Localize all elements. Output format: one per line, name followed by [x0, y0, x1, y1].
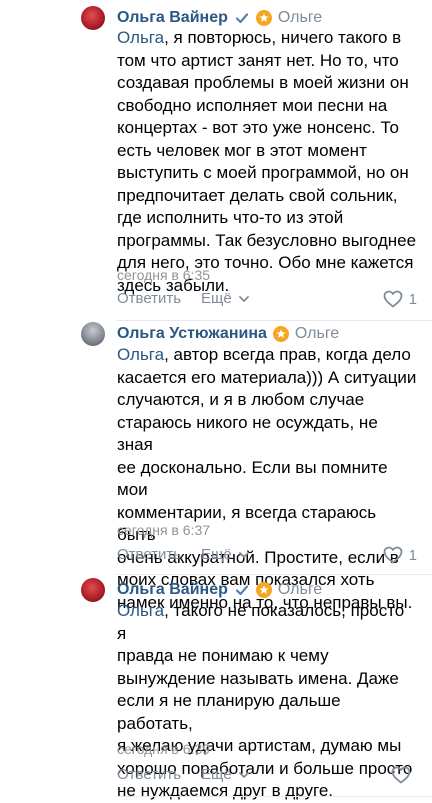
like-count: 1 [408, 290, 417, 308]
more-button[interactable]: Ещё [201, 766, 251, 783]
heart-icon [383, 290, 403, 308]
reply-button[interactable]: Ответить [117, 546, 181, 563]
comment-actions: Ответить Ещё [117, 766, 417, 786]
like-button[interactable]: 1 [383, 290, 417, 308]
reply-button[interactable]: Ответить [117, 290, 181, 307]
comment-header: Ольга Устюжанина Ольге [117, 322, 339, 346]
comment-header: Ольга Вайнер Ольге [117, 578, 322, 602]
divider [117, 320, 432, 321]
reply-to-name[interactable]: Ольге [295, 325, 339, 343]
comment-actions: Ответить Ещё 1 [117, 546, 417, 566]
star-badge-icon [255, 582, 272, 598]
comment-timestamp: сегодня в 6:39 [117, 741, 211, 757]
author-name[interactable]: Ольга Вайнер [117, 9, 228, 27]
avatar[interactable] [81, 578, 105, 602]
comment-text: Ольга, я повторюсь, ничего такого в том … [117, 28, 417, 295]
star-badge-icon [272, 326, 289, 342]
verified-icon [235, 585, 248, 596]
comment-timestamp: сегодня в 6:37 [117, 522, 211, 538]
comment-actions: Ответить Ещё 1 [117, 290, 417, 310]
like-button[interactable] [391, 766, 417, 784]
divider [117, 574, 432, 575]
reply-to-name[interactable]: Ольге [278, 581, 322, 599]
avatar[interactable] [81, 322, 105, 346]
more-button[interactable]: Ещё [201, 290, 251, 307]
verified-icon [235, 13, 248, 24]
star-badge-icon [255, 10, 272, 26]
author-name[interactable]: Ольга Вайнер [117, 581, 228, 599]
reply-to-name[interactable]: Ольге [278, 9, 322, 27]
like-count: 1 [408, 546, 417, 564]
heart-icon [383, 546, 403, 564]
heart-icon [391, 766, 411, 784]
chevron-down-icon [238, 295, 249, 302]
comment-timestamp: сегодня в 6:35 [117, 267, 211, 283]
mention-link[interactable]: Ольга [117, 345, 164, 364]
avatar[interactable] [81, 6, 105, 30]
author-name[interactable]: Ольга Устюжанина [117, 325, 267, 343]
like-button[interactable]: 1 [383, 546, 417, 564]
divider [117, 796, 432, 797]
mention-link[interactable]: Ольга [117, 28, 164, 47]
more-button[interactable]: Ещё [201, 546, 251, 563]
chevron-down-icon [238, 551, 249, 558]
reply-button[interactable]: Ответить [117, 766, 181, 783]
mention-link[interactable]: Ольга [117, 601, 164, 620]
chevron-down-icon [238, 771, 249, 778]
